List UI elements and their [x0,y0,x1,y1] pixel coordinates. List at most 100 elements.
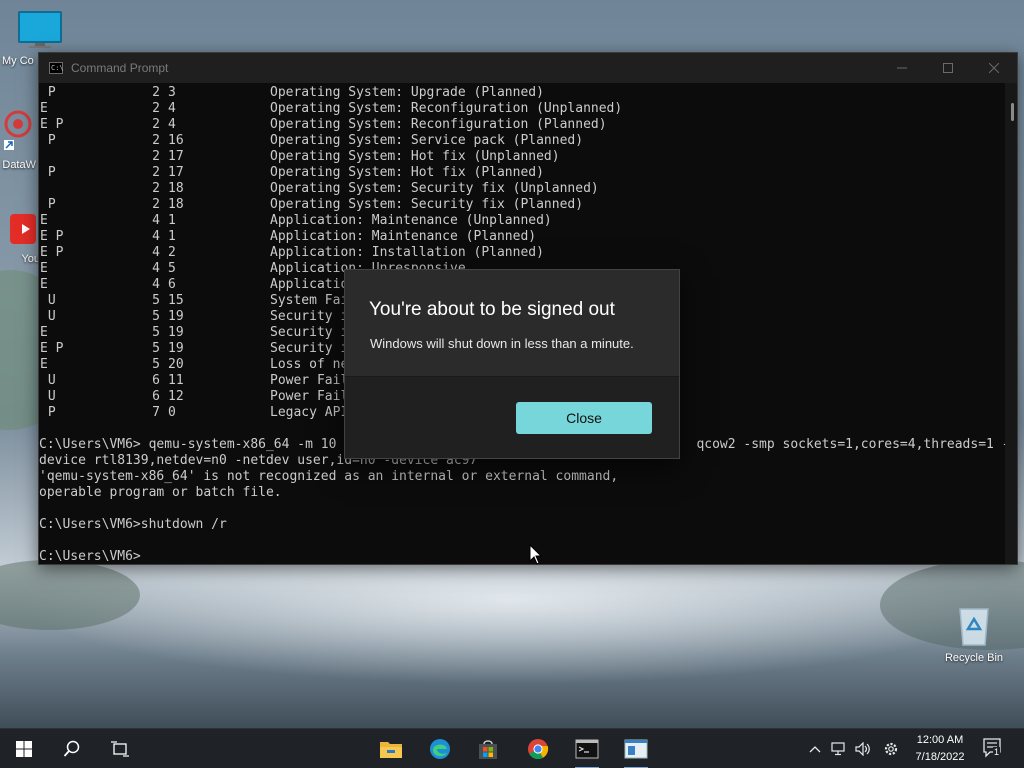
major-cell: 2 [152,133,160,148]
taskbar-store[interactable] [468,729,508,768]
flag-cell: P [40,405,56,420]
console-table-row: E P 4 2 Application: Installation (Planned) [39,245,1005,261]
volume-button[interactable] [852,729,874,768]
taskbar-command-prompt[interactable] [567,729,607,768]
description-cell: Operating System: Service pack (Planned) [270,133,584,148]
description-cell: Operating System: Reconfiguration (Plann… [270,117,607,132]
description-cell: Application: Maintenance (Planned) [270,229,537,244]
minor-cell: 19 [168,325,184,340]
console-table-row: P 2 18 Operating System: Security fix (Plan… [39,197,1005,213]
flag-cell: E [40,261,48,276]
flag-cell: U [40,373,56,388]
minor-cell: 0 [168,405,176,420]
task-view-button[interactable] [100,729,140,768]
search-icon [63,740,80,757]
title-bar[interactable]: C:\ Command Prompt [39,53,1017,83]
show-hidden-icons-button[interactable] [806,729,824,768]
major-cell: 2 [152,181,160,196]
taskbar-edge[interactable] [420,729,460,768]
task-view-icon [111,741,129,757]
console-table-row: 2 17 Operating System: Hot fix (Unplanned) [39,149,1005,165]
maximize-icon [943,63,953,73]
flag-cell: U [40,293,56,308]
windows-logo-icon [16,741,32,757]
file-explorer-icon [380,742,402,758]
chevron-up-icon [809,746,821,753]
taskbar-app[interactable] [616,729,656,768]
settings-button[interactable] [880,729,902,768]
vertical-scrollbar[interactable] [1005,83,1017,564]
minor-cell: 18 [168,181,184,196]
flag-cell: P [40,165,56,180]
search-button[interactable] [52,729,92,768]
description-cell: Operating System: Security fix (Unplanne… [270,181,599,196]
clock[interactable]: 12:00 AM 7/18/2022 [905,732,975,766]
flag-cell: E P [40,229,64,244]
flag-cell: P [40,197,56,212]
edge-icon [430,739,450,759]
gear-icon [884,742,898,756]
minimize-button[interactable] [879,53,925,83]
taskbar: 12:00 AM 7/18/2022 1 [0,728,1024,768]
minor-cell: 1 [168,213,176,228]
close-button[interactable]: Close [516,402,652,434]
youtube-icon [10,214,36,244]
major-cell: 2 [152,117,160,132]
close-icon [989,63,999,73]
flag-cell: E [40,213,48,228]
major-cell: 6 [152,373,160,388]
notification-center-button[interactable]: 1 [982,737,1002,763]
minor-cell: 6 [168,277,176,292]
notification-count-badge: 1 [993,747,1001,757]
taskbar-file-explorer[interactable] [371,729,411,768]
console-line: C:\Users\VM6>shutdown /r [39,517,227,532]
minor-cell: 19 [168,309,184,324]
console-line: C:\Users\VM6> [39,549,141,564]
close-window-button[interactable] [971,53,1017,83]
major-cell: 7 [152,405,160,420]
minor-cell: 17 [168,165,184,180]
sign-out-dialog: You're about to be signed out Windows wi… [344,269,680,459]
network-button[interactable] [828,729,850,768]
major-cell: 5 [152,341,160,356]
description-cell: Operating System: Hot fix (Planned) [270,165,544,180]
maximize-button[interactable] [925,53,971,83]
minor-cell: 11 [168,373,184,388]
flag-cell: E P [40,117,64,132]
flag-cell: E [40,277,48,292]
desktop-icon-recycle-bin[interactable]: Recycle Bin [936,603,1012,664]
console-table-row: 2 18 Operating System: Security fix (Unpla… [39,181,1005,197]
minor-cell: 4 [168,117,176,132]
major-cell: 2 [152,85,160,100]
taskbar-chrome[interactable] [518,729,558,768]
console-table-row: E 4 1 Application: Maintenance (Unplanned) [39,213,1005,229]
description-cell: Application: Installation (Planned) [270,245,544,260]
store-icon [479,740,497,759]
minor-cell: 18 [168,197,184,212]
console-line: 'qemu-system-x86_64' is not recognized a… [39,469,619,484]
console-table-row: E P 4 1 Application: Maintenance (Planned) [39,229,1005,245]
console-line: operable program or batch file. [39,485,282,500]
console-table-row: P 2 17 Operating System: Hot fix (Planned) [39,165,1005,181]
start-button[interactable] [4,729,44,768]
major-cell: 5 [152,293,160,308]
flag-cell: E [40,357,48,372]
major-cell: 5 [152,309,160,324]
window-title: Command Prompt [71,61,169,75]
scrollbar-thumb[interactable] [1011,103,1014,121]
major-cell: 5 [152,357,160,372]
description-cell: Application: Maintenance (Unplanned) [270,213,552,228]
minor-cell: 15 [168,293,184,308]
major-cell: 2 [152,165,160,180]
monitor-icon [18,11,62,48]
flag-cell: E P [40,245,64,260]
desktop-icon-label: Recycle Bin [944,652,1004,664]
flag-cell: E [40,101,48,116]
flag-cell: U [40,389,56,404]
minor-cell: 12 [168,389,184,404]
console-table-row: P 2 3 Operating System: Upgrade (Planned) [39,85,1005,101]
dataw-icon [4,110,32,150]
dialog-message: Windows will shut down in less than a mi… [370,336,634,351]
minor-cell: 17 [168,149,184,164]
